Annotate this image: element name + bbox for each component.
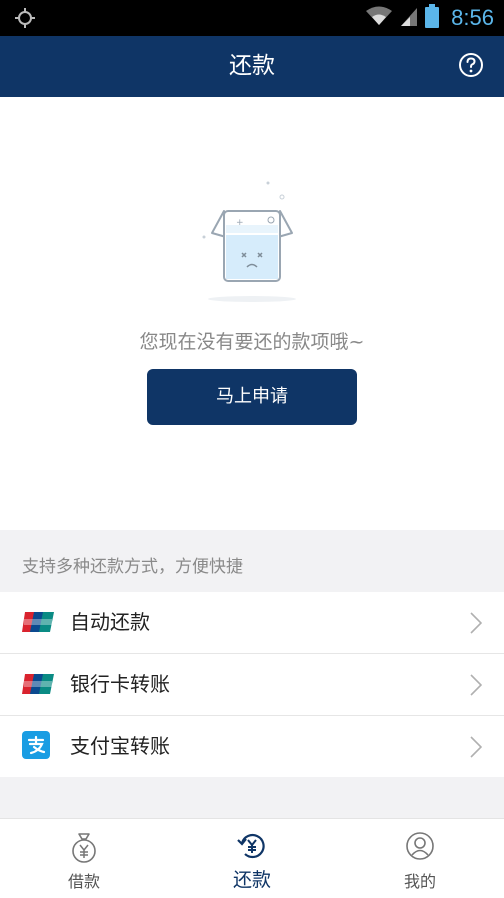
chevron-right-icon — [470, 612, 483, 638]
empty-box-icon: + — [196, 177, 308, 311]
tab-label: 借款 — [67, 872, 100, 891]
method-auto-repay[interactable]: 自动还款 — [0, 592, 504, 654]
battery-icon — [425, 4, 440, 32]
bottom-tab-bar: 借款 还款 我的 — [0, 818, 504, 898]
repay-method-list: 自动还款 银行卡转账 支付宝转账 — [0, 592, 504, 777]
apply-now-button[interactable]: 马上申请 — [147, 369, 357, 425]
method-label: 自动还款 — [70, 610, 150, 634]
tab-borrow[interactable]: 借款 — [0, 819, 168, 898]
section-hint: 支持多种还款方式，方便快捷 — [22, 557, 243, 577]
help-circle-icon[interactable] — [458, 52, 484, 82]
method-alipay-transfer[interactable]: 支付宝转账 — [0, 716, 504, 777]
wifi-icon — [365, 5, 393, 31]
method-label: 支付宝转账 — [70, 734, 170, 758]
unionpay-icon — [22, 610, 54, 634]
chevron-right-icon — [470, 736, 483, 762]
alipay-icon — [22, 731, 54, 759]
repay-cycle-icon — [237, 831, 267, 865]
tab-repay[interactable]: 还款 — [168, 819, 336, 898]
method-label: 银行卡转账 — [70, 672, 170, 696]
tab-label: 还款 — [232, 869, 271, 891]
user-icon — [405, 831, 435, 865]
money-bag-icon — [69, 831, 99, 867]
status-time: 8:56 — [451, 5, 494, 30]
gps-icon — [14, 7, 36, 33]
page-title: 还款 — [229, 53, 275, 79]
status-bar: 8:56 — [0, 0, 504, 36]
svg-text:+: + — [236, 218, 244, 228]
signal-icon — [399, 5, 419, 31]
empty-message: 您现在没有要还的款项哦~ — [139, 331, 365, 353]
unionpay-icon — [22, 672, 54, 696]
chevron-right-icon — [470, 674, 483, 700]
empty-state-panel: + 您现在没有要还的款项哦~ 马上申请 — [0, 97, 504, 530]
method-bank-transfer[interactable]: 银行卡转账 — [0, 654, 504, 716]
tab-mine[interactable]: 我的 — [336, 819, 504, 898]
tab-label: 我的 — [403, 872, 436, 891]
top-bar: 还款 — [0, 36, 504, 97]
